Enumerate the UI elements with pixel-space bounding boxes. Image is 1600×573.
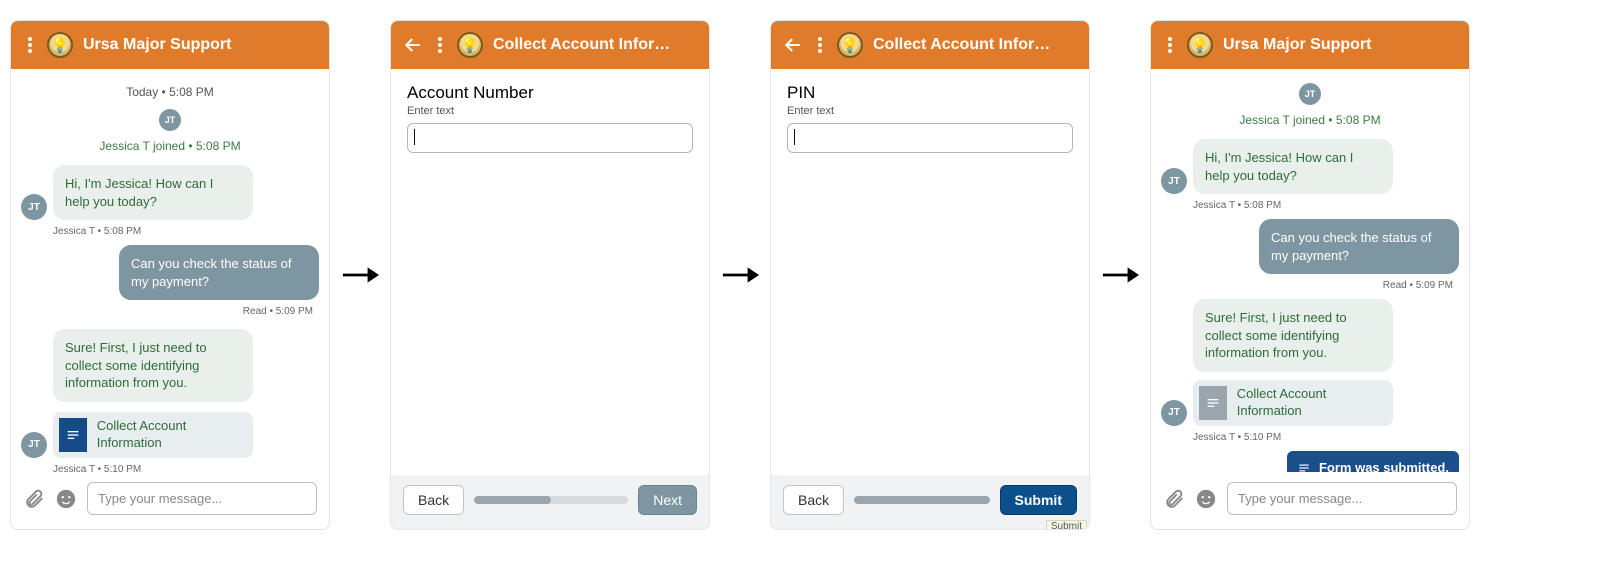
message-input[interactable]: Type your message...: [87, 482, 317, 515]
user-message: Can you check the status of my payment?: [119, 245, 319, 300]
chat-body: Today • 5:08 PM JT Jessica T joined • 5:…: [11, 69, 329, 472]
join-notice: Jessica T joined • 5:08 PM: [21, 139, 319, 153]
emoji-icon[interactable]: [55, 488, 77, 510]
form-submitted-row: Form was submitted.: [1161, 451, 1459, 472]
agent-message: Hi, I'm Jessica! How can I help you toda…: [53, 165, 253, 220]
progress-bar: [474, 496, 628, 504]
form-card-row: JT Collect Account Information: [1161, 380, 1459, 426]
avatar: JT: [21, 432, 47, 458]
avatar: JT: [1161, 400, 1187, 426]
attach-icon[interactable]: [1163, 488, 1185, 510]
pin-input[interactable]: [787, 123, 1073, 153]
message-meta: Jessica T • 5:10 PM: [1193, 432, 1459, 443]
date-separator: Today • 5:08 PM: [21, 85, 319, 99]
emoji-icon[interactable]: [1195, 488, 1217, 510]
user-message: Can you check the status of my payment?: [1259, 219, 1459, 274]
form-submitted-badge: Form was submitted.: [1287, 451, 1459, 472]
message-meta: Jessica T • 5:08 PM: [1193, 200, 1459, 211]
form-icon: [59, 418, 87, 452]
form-footer: Back Submit Submit: [771, 475, 1089, 529]
header-title: Collect Account Infor…: [873, 36, 1077, 54]
header: Ursa Major Support: [11, 21, 329, 69]
avatar: JT: [159, 109, 181, 131]
form-card[interactable]: Collect Account Information: [1193, 380, 1393, 426]
field-hint: Enter text: [787, 105, 1073, 117]
header-title: Collect Account Infor…: [493, 36, 697, 54]
back-arrow-icon[interactable]: [403, 35, 423, 55]
attach-icon[interactable]: [23, 488, 45, 510]
composer: Type your message...: [1151, 472, 1469, 529]
message-row: Sure! First, I just need to collect some…: [21, 329, 319, 402]
agent-message: Sure! First, I just need to collect some…: [53, 329, 253, 402]
brand-bulb-icon: [457, 32, 483, 58]
menu-dots-icon[interactable]: [1163, 37, 1177, 53]
next-button[interactable]: Next: [638, 485, 697, 515]
message-row: Can you check the status of my payment?: [1161, 219, 1459, 274]
form-panel-account: Collect Account Infor… Account Number En…: [390, 20, 710, 530]
form-card-row: JT Collect Account Information: [21, 412, 319, 458]
form-body: Account Number Enter text: [391, 69, 709, 475]
message-row: JT Hi, I'm Jessica! How can I help you t…: [21, 165, 319, 220]
form-panel-pin: Collect Account Infor… PIN Enter text Ba…: [770, 20, 1090, 530]
chat-body: JT Jessica T joined • 5:08 PM JT Hi, I'm…: [1151, 69, 1469, 472]
message-meta: Jessica T • 5:10 PM: [53, 464, 319, 472]
join-notice: Jessica T joined • 5:08 PM: [1161, 113, 1459, 127]
message-row: Sure! First, I just need to collect some…: [1161, 299, 1459, 372]
avatar: JT: [1299, 83, 1321, 105]
menu-dots-icon[interactable]: [23, 37, 37, 53]
message-meta: Jessica T • 5:08 PM: [53, 226, 319, 237]
flow-arrow-icon: [720, 264, 760, 286]
back-button[interactable]: Back: [403, 485, 464, 515]
menu-dots-icon[interactable]: [813, 37, 827, 53]
brand-bulb-icon: [1187, 32, 1213, 58]
flow-arrow-icon: [340, 264, 380, 286]
avatar: JT: [21, 194, 47, 220]
form-body: PIN Enter text: [771, 69, 1089, 475]
form-card-title: Collect Account Information: [1237, 386, 1383, 420]
form-footer: Back Next: [391, 475, 709, 529]
avatar: JT: [1161, 168, 1187, 194]
brand-bulb-icon: [47, 32, 73, 58]
form-icon: [1199, 386, 1227, 420]
message-row: Can you check the status of my payment?: [21, 245, 319, 300]
form-submitted-text: Form was submitted.: [1319, 459, 1449, 472]
progress-bar: [854, 496, 989, 504]
agent-message: Hi, I'm Jessica! How can I help you toda…: [1193, 139, 1393, 194]
message-row: JT Hi, I'm Jessica! How can I help you t…: [1161, 139, 1459, 194]
form-card-title: Collect Account Information: [97, 418, 243, 452]
header-title: Ursa Major Support: [83, 36, 317, 54]
message-input[interactable]: Type your message...: [1227, 482, 1457, 515]
account-number-input[interactable]: [407, 123, 693, 153]
header: Collect Account Infor…: [771, 21, 1089, 69]
brand-bulb-icon: [837, 32, 863, 58]
message-meta: Read • 5:09 PM: [21, 306, 313, 317]
header-title: Ursa Major Support: [1223, 36, 1457, 54]
submit-button[interactable]: Submit: [1000, 485, 1077, 515]
field-label: Account Number: [407, 83, 693, 103]
agent-message: Sure! First, I just need to collect some…: [1193, 299, 1393, 372]
field-label: PIN: [787, 83, 1073, 103]
field-hint: Enter text: [407, 105, 693, 117]
flow-arrow-icon: [1100, 264, 1140, 286]
submit-tooltip: Submit: [1046, 520, 1087, 530]
header: Ursa Major Support: [1151, 21, 1469, 69]
back-arrow-icon[interactable]: [783, 35, 803, 55]
composer: Type your message...: [11, 472, 329, 529]
back-button[interactable]: Back: [783, 485, 844, 515]
header: Collect Account Infor…: [391, 21, 709, 69]
message-meta: Read • 5:09 PM: [1161, 280, 1453, 291]
menu-dots-icon[interactable]: [433, 37, 447, 53]
chat-panel-1: Ursa Major Support Today • 5:08 PM JT Je…: [10, 20, 330, 530]
form-card[interactable]: Collect Account Information: [53, 412, 253, 458]
chat-panel-2: Ursa Major Support JT Jessica T joined •…: [1150, 20, 1470, 530]
